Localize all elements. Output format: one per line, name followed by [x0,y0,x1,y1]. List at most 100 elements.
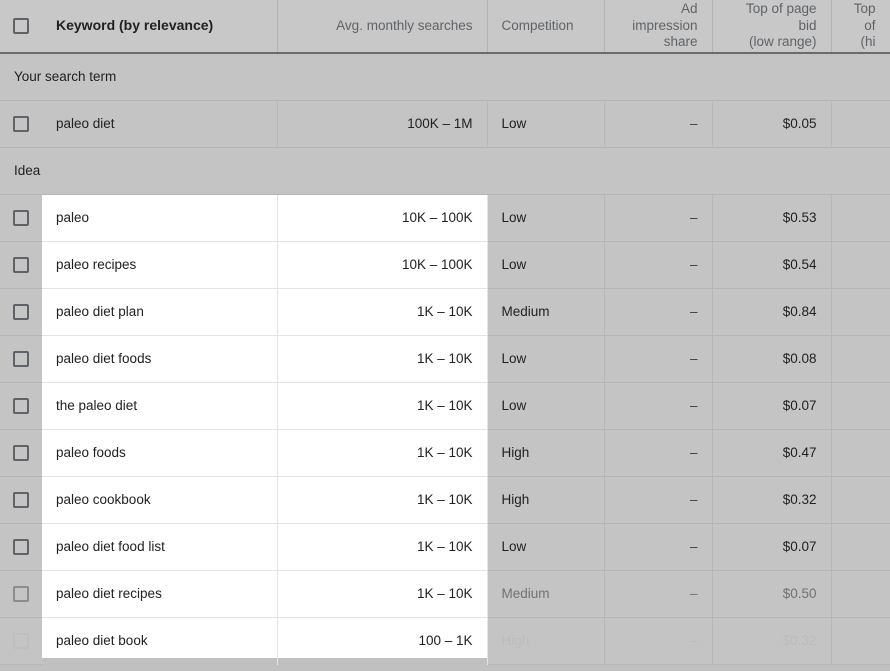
ad-impression-share-cell: – [604,335,713,383]
row-checkbox-cell[interactable] [0,194,42,242]
table-row[interactable]: paleo recipes 10K – 100K Low – $0.54 [0,241,890,289]
table-row[interactable]: paleo cookbook 1K – 10K High – $0.32 [0,476,890,524]
top-of-page-bid-low-cell-value: $0.32 [782,492,817,507]
keyword-cell-value: paleo foods [56,445,126,460]
table-row[interactable]: the paleo diet 1K – 10K Low – $0.07 [0,382,890,430]
top-of-page-bid-high-cell [831,241,890,289]
column-header-avg-monthly-searches[interactable]: Avg. monthly searches [277,0,488,53]
avg-monthly-searches-cell: 1K – 10K [277,382,488,430]
top-of-page-bid-low-cell: $0.32 [712,617,832,665]
table-row[interactable]: paleo diet recipes 1K – 10K Medium – $0.50 [0,570,890,618]
column-header-keyword[interactable]: Keyword (by relevance) [42,0,278,53]
top-of-page-bid-low-cell: $0.07 [712,382,832,430]
avg-monthly-searches-cell-value: 1K – 10K [416,539,473,554]
row-checkbox-cell[interactable] [0,335,42,383]
row-checkbox-cell[interactable] [0,523,42,571]
competition-cell-value: High [501,445,530,460]
keyword-cell-value: paleo [56,210,90,225]
row-checkbox-cell[interactable] [0,476,42,524]
column-header-top-of-page-bid-high[interactable]: Top of (hi [831,0,890,53]
section-label-your-search-term: Your search term [0,52,890,101]
competition-cell-value: Medium [501,586,550,601]
top-of-page-bid-low-cell-value: $0.32 [782,633,817,648]
table-header-row: Keyword (by relevance) Avg. monthly sear… [0,0,890,53]
keyword-cell-value: paleo diet recipes [56,586,162,601]
ad-impression-share-cell: – [604,382,713,430]
row-checkbox[interactable] [13,397,29,414]
avg-monthly-searches-cell-value: 1K – 10K [416,445,473,460]
ad-impression-share-cell-value: – [689,116,698,131]
table-row[interactable]: paleo diet book 100 – 1K High – $0.32 [0,617,890,665]
competition-cell-value: Low [501,210,527,225]
keyword-cell: paleo diet book [42,617,278,664]
competition-cell: Low [487,335,605,383]
avg-monthly-searches-cell-value: 10K – 100K [401,257,473,272]
table-body: Your search term paleo diet 100K – 1M Low – $… [0,52,890,665]
competition-cell: Low [487,523,605,571]
ad-impression-share-cell-value: – [689,210,698,225]
column-header-top-of-page-bid-low[interactable]: Top of page bid (low range) [712,0,832,53]
table-row[interactable]: paleo foods 1K – 10K High – $0.47 [0,429,890,477]
top-of-page-bid-low-cell-value: $0.50 [782,586,817,601]
row-checkbox[interactable] [13,256,29,273]
competition-cell-value: Low [501,116,527,131]
row-checkbox[interactable] [13,538,29,555]
top-of-page-bid-low-cell: $0.54 [712,241,832,289]
table-row[interactable]: paleo 10K – 100K Low – $0.53 [0,194,890,242]
top-of-page-bid-high-cell [831,382,890,430]
top-of-page-bid-low-cell: $0.53 [712,194,832,242]
section-label-idea: Idea [0,146,890,195]
table-row[interactable]: paleo diet 100K – 1M Low – $0.05 [0,100,890,148]
row-checkbox[interactable] [13,444,29,461]
column-header-keyword-label: Keyword (by relevance) [56,17,214,34]
row-checkbox[interactable] [13,350,29,367]
competition-cell-value: High [501,633,530,648]
keyword-cell-value: paleo diet plan [56,304,144,319]
column-header-ad-impression-share-line2: share [663,34,698,50]
competition-cell-value: Low [501,539,527,554]
avg-monthly-searches-cell: 10K – 100K [277,241,488,289]
keyword-cell: paleo [42,194,278,242]
row-checkbox[interactable] [13,632,29,649]
competition-cell: Low [487,194,605,242]
competition-cell: High [487,429,605,477]
row-checkbox-cell[interactable] [0,382,42,430]
ad-impression-share-cell: – [604,617,713,665]
row-checkbox-cell[interactable] [0,100,42,148]
table-row[interactable]: paleo diet plan 1K – 10K Medium – $0.84 [0,288,890,336]
section-row: Idea [0,146,890,195]
top-of-page-bid-low-cell: $0.32 [712,476,832,524]
row-checkbox-cell[interactable] [0,570,42,618]
row-checkbox[interactable] [13,303,29,320]
top-of-page-bid-low-cell: $0.08 [712,335,832,383]
competition-cell: Medium [487,570,605,618]
row-checkbox[interactable] [13,491,29,508]
top-of-page-bid-high-cell [831,335,890,383]
top-of-page-bid-low-cell: $0.47 [712,429,832,477]
avg-monthly-searches-cell-value: 1K – 10K [416,304,473,319]
avg-monthly-searches-cell: 1K – 10K [277,429,488,477]
ad-impression-share-cell: – [604,194,713,242]
row-checkbox-cell[interactable] [0,429,42,477]
top-of-page-bid-low-cell-value: $0.47 [782,445,817,460]
row-checkbox[interactable] [13,585,29,602]
keyword-cell: paleo diet plan [42,288,278,336]
ad-impression-share-cell-value: – [689,257,698,272]
row-checkbox[interactable] [13,209,29,226]
table-row[interactable]: paleo diet food list 1K – 10K Low – $0.07 [0,523,890,571]
section-row: Your search term [0,52,890,101]
top-of-page-bid-high-cell [831,288,890,336]
keyword-cell-value: paleo diet food list [56,539,165,554]
column-header-ad-impression-share[interactable]: Ad impression share [604,0,713,53]
select-all-header-cell[interactable] [0,0,42,53]
row-checkbox-cell[interactable] [0,617,42,665]
row-checkbox[interactable] [13,115,29,132]
column-header-competition[interactable]: Competition [487,0,605,53]
avg-monthly-searches-cell: 1K – 10K [277,335,488,383]
top-of-page-bid-low-cell-value: $0.53 [782,210,817,225]
table-row[interactable]: paleo diet foods 1K – 10K Low – $0.08 [0,335,890,383]
row-checkbox-cell[interactable] [0,241,42,289]
row-checkbox-cell[interactable] [0,288,42,336]
keyword-cell: paleo recipes [42,241,278,289]
select-all-checkbox[interactable] [13,18,29,34]
